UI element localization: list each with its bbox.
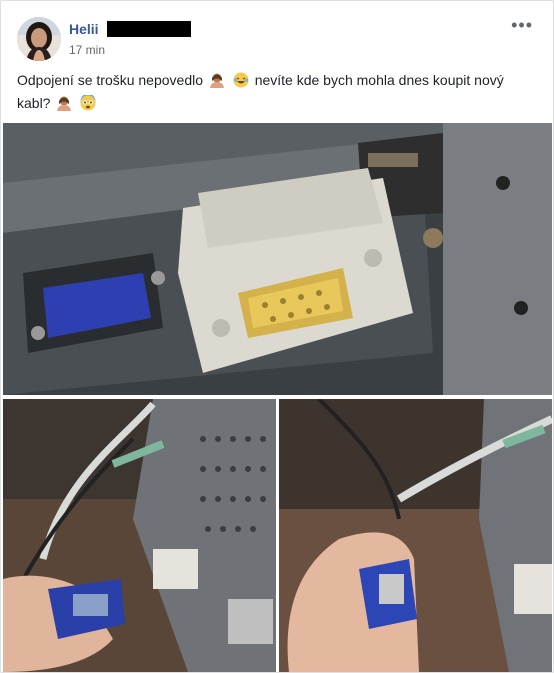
- redaction-bar: [106, 21, 191, 37]
- flushed-face-icon: [80, 95, 96, 111]
- photo-adapter-left-image: [3, 399, 276, 672]
- post-text: Odpojení se trošku nepovedlo nevíte kde …: [17, 69, 537, 115]
- author-name-row: Helii: [69, 21, 191, 37]
- post-photo-adapter-right[interactable]: [279, 399, 552, 672]
- more-options-icon[interactable]: •••: [511, 15, 533, 36]
- person-shrugging-icon-2: [56, 95, 72, 111]
- photo-connector-closeup-image: [3, 123, 552, 395]
- feed-post: Helii 17 min ••• Odpojení se trošku nepo…: [0, 0, 554, 673]
- post-photo-connector-closeup[interactable]: [3, 123, 552, 395]
- author-avatar[interactable]: [17, 17, 61, 61]
- person-shrugging-icon: [209, 72, 225, 88]
- photo-adapter-right-image: [279, 399, 552, 672]
- laughing-tears-icon: [233, 72, 249, 88]
- post-header: Helii 17 min •••: [17, 15, 537, 63]
- post-photo-adapter-left[interactable]: [3, 399, 276, 672]
- avatar-image: [17, 17, 61, 61]
- post-text-part1: Odpojení se trošku nepovedlo: [17, 72, 204, 88]
- post-timestamp[interactable]: 17 min: [69, 43, 105, 57]
- author-name[interactable]: Helii: [69, 21, 99, 37]
